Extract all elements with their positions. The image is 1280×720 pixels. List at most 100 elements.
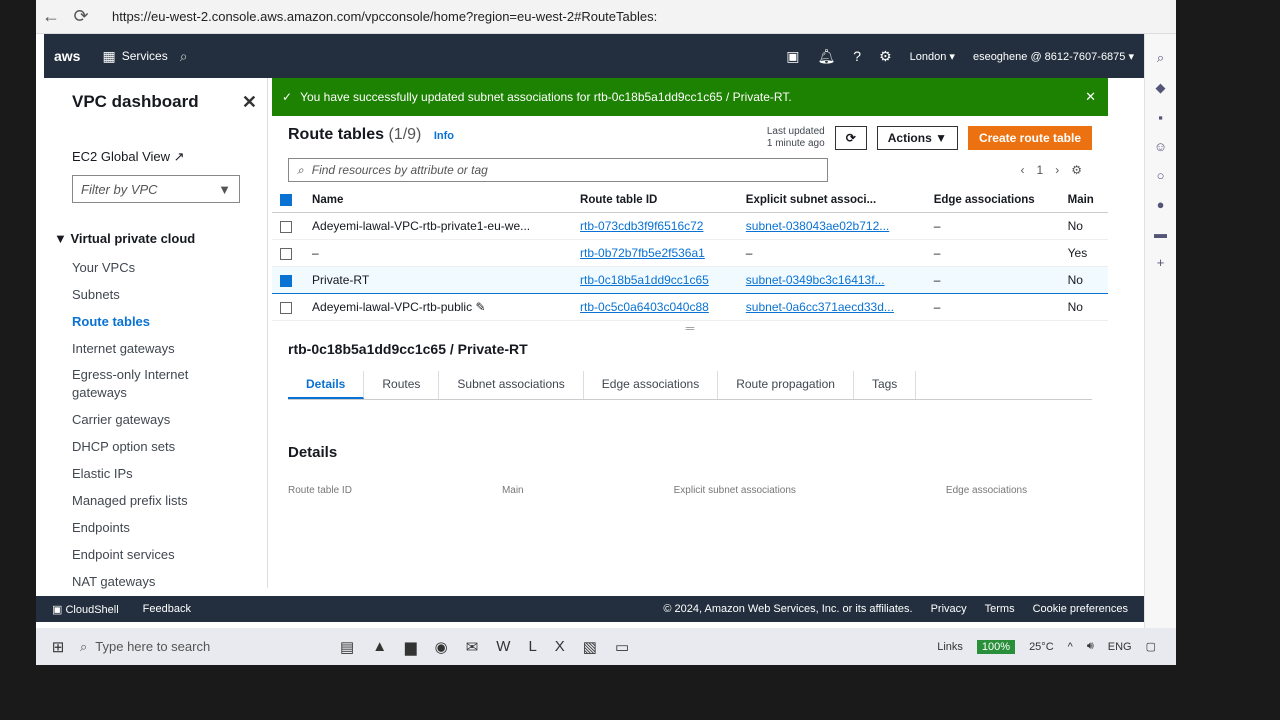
sidebar-item-elastic-ips[interactable]: Elastic IPs — [72, 460, 267, 487]
gear-icon[interactable]: ⚙ — [879, 48, 892, 65]
language[interactable]: ENG — [1108, 641, 1132, 653]
row-checkbox[interactable] — [280, 220, 292, 233]
refresh-icon[interactable]: ⟳ — [66, 6, 96, 27]
office-icon[interactable]: ○ — [1157, 168, 1165, 183]
temperature[interactable]: 25°C — [1029, 641, 1054, 653]
sidebar-item-endpoint-services[interactable]: Endpoint services — [72, 541, 267, 568]
outlook-icon[interactable]: ▬ — [1154, 226, 1167, 241]
vpc-filter-select[interactable]: Filter by VPC ▼ — [72, 175, 240, 203]
column-explicit-subnet[interactable]: Explicit subnet associ... — [737, 188, 926, 214]
feedback-link[interactable]: Feedback — [143, 603, 191, 615]
close-icon[interactable]: ✕ — [242, 92, 257, 113]
table-row-selected[interactable]: Private-RT rtb-0c18b5a1dd9cc1c65 subnet-… — [272, 266, 1108, 295]
sidebar-section-vpc[interactable]: ▼ Virtual private cloud — [54, 231, 267, 246]
back-icon[interactable]: ← — [36, 6, 66, 27]
row-checkbox-checked[interactable] — [280, 274, 292, 287]
actions-button[interactable]: Actions ▼ — [876, 126, 958, 150]
privacy-link[interactable]: Privacy — [931, 603, 967, 615]
dismiss-icon[interactable]: ✕ — [1085, 89, 1108, 105]
tag-icon[interactable]: ◆ — [1156, 80, 1166, 96]
cell-route-table-id[interactable]: rtb-0b72b7fb5e2f536a1 — [572, 239, 738, 268]
ec2-global-view-link[interactable]: EC2 Global View ↗ — [72, 149, 267, 165]
terms-link[interactable]: Terms — [985, 603, 1015, 615]
address-bar[interactable]: https://eu-west-2.console.aws.amazon.com… — [112, 9, 657, 24]
edge-browser-icon[interactable]: ◉ — [435, 638, 448, 656]
sidebar-item-route-tables[interactable]: Route tables — [72, 308, 267, 335]
split-panel-handle[interactable]: ═ — [272, 321, 1108, 341]
column-name[interactable]: Name — [304, 188, 573, 214]
help-icon[interactable]: ? — [853, 48, 861, 64]
tab-edge-associations[interactable]: Edge associations — [584, 371, 719, 400]
windows-start-icon[interactable]: ⊞ — [36, 638, 80, 656]
services-menu[interactable]: ▦ Services ⌕ — [90, 48, 199, 65]
tab-subnet-associations[interactable]: Subnet associations — [439, 371, 584, 400]
column-route-table-id[interactable]: Route table ID — [572, 188, 738, 214]
task-view-icon[interactable]: ▤ — [340, 638, 354, 656]
lync-icon[interactable]: L — [528, 638, 536, 656]
sidebar-item-endpoints[interactable]: Endpoints — [72, 514, 267, 541]
taskbar-search[interactable]: ⌕ Type here to search — [80, 639, 280, 655]
cloudshell-button[interactable]: ▣ CloudShell — [52, 603, 119, 616]
briefcase-icon[interactable]: ▪ — [1158, 110, 1163, 125]
row-checkbox[interactable] — [280, 247, 292, 260]
next-page-icon[interactable]: › — [1055, 163, 1059, 177]
search-icon[interactable]: ⌕ — [180, 48, 188, 65]
account-menu[interactable]: eseoghene @ 8612-7607-6875 ▾ — [973, 50, 1134, 63]
tab-route-propagation[interactable]: Route propagation — [718, 371, 854, 400]
vlc-icon[interactable]: ▲ — [372, 638, 387, 656]
edit-icon[interactable]: ✎ — [475, 300, 485, 314]
search-icon[interactable]: ⌕ — [1157, 50, 1164, 66]
prev-page-icon[interactable]: ‹ — [1021, 163, 1025, 177]
tab-tags[interactable]: Tags — [854, 371, 917, 400]
settings-icon[interactable]: ⚙ — [1071, 163, 1082, 177]
file-explorer-icon[interactable]: ▆ — [405, 638, 417, 656]
column-main[interactable]: Main — [1059, 188, 1108, 214]
sidebar-item-egress-only[interactable]: Egress-only Internet gateways — [72, 362, 212, 406]
people-icon[interactable]: ☺ — [1154, 139, 1167, 154]
sidebar-item-dhcp[interactable]: DHCP option sets — [72, 433, 267, 460]
sidebar-item-internet-gateways[interactable]: Internet gateways — [72, 335, 267, 362]
word-icon[interactable]: W — [496, 638, 510, 656]
cookie-preferences-link[interactable]: Cookie preferences — [1033, 603, 1128, 615]
cell-subnet[interactable]: subnet-0a6cc371aecd33d... — [737, 293, 926, 322]
notification-icon[interactable]: ▢ — [1146, 640, 1156, 653]
table-row[interactable]: – rtb-0b72b7fb5e2f536a1 – – Yes — [272, 239, 1108, 268]
table-row[interactable]: Adeyemi-lawal-VPC-rtb-public ✎ rtb-0c5c0… — [272, 293, 1108, 322]
cell-route-table-id[interactable]: rtb-0c5c0a6403c040c88 — [572, 293, 738, 322]
region-selector[interactable]: London ▾ — [910, 50, 955, 63]
table-row[interactable]: Adeyemi-lawal-VPC-rtb-private1-eu-we... … — [272, 212, 1108, 241]
refresh-button[interactable]: ⟳ — [834, 126, 867, 150]
select-all-checkbox[interactable] — [280, 194, 292, 206]
create-route-table-button[interactable]: Create route table — [967, 126, 1092, 150]
cell-subnet[interactable]: subnet-0349bc3c16413f... — [737, 266, 926, 295]
sidebar-item-your-vpcs[interactable]: Your VPCs — [72, 254, 267, 281]
tab-details[interactable]: Details — [288, 371, 365, 400]
bell-icon[interactable]: 🔔︎ — [818, 48, 836, 65]
sidebar-item-carrier-gateways[interactable]: Carrier gateways — [72, 406, 267, 433]
sidebar-item-subnets[interactable]: Subnets — [72, 281, 267, 308]
cloudshell-icon[interactable]: ▣ — [786, 48, 799, 65]
mail-icon[interactable]: ✉ — [466, 638, 479, 656]
sidebar-title[interactable]: VPC dashboard — [72, 92, 199, 113]
chevron-up-icon[interactable]: ^ — [1068, 641, 1073, 653]
column-edge-associations[interactable]: Edge associations — [925, 188, 1060, 214]
cell-subnet[interactable]: subnet-038043ae02b712... — [737, 212, 926, 241]
sidebar-item-nat-gateways[interactable]: NAT gateways — [72, 568, 267, 595]
globe-icon[interactable]: ● — [1157, 197, 1165, 212]
resource-search-input[interactable]: ⌕ Find resources by attribute or tag — [288, 158, 828, 182]
info-link[interactable]: Info — [434, 130, 454, 142]
volume-icon[interactable]: 🔊︎ — [1087, 640, 1094, 653]
page-number[interactable]: 1 — [1037, 163, 1044, 177]
app-icon[interactable]: ▧ — [583, 638, 597, 656]
document-icon[interactable]: ▭ — [615, 638, 629, 656]
zoom-indicator[interactable]: 100% — [976, 639, 1016, 654]
cell-route-table-id[interactable]: rtb-073cdb3f9f6516c72 — [572, 212, 738, 241]
cell-route-table-id[interactable]: rtb-0c18b5a1dd9cc1c65 — [572, 266, 738, 295]
add-icon[interactable]: + — [1157, 255, 1165, 270]
aws-logo[interactable]: aws — [44, 48, 90, 64]
select-all-cell[interactable] — [272, 188, 305, 214]
tab-routes[interactable]: Routes — [364, 371, 440, 400]
excel-icon[interactable]: X — [555, 638, 565, 656]
sidebar-item-prefix-lists[interactable]: Managed prefix lists — [72, 487, 267, 514]
row-checkbox[interactable] — [280, 301, 292, 314]
